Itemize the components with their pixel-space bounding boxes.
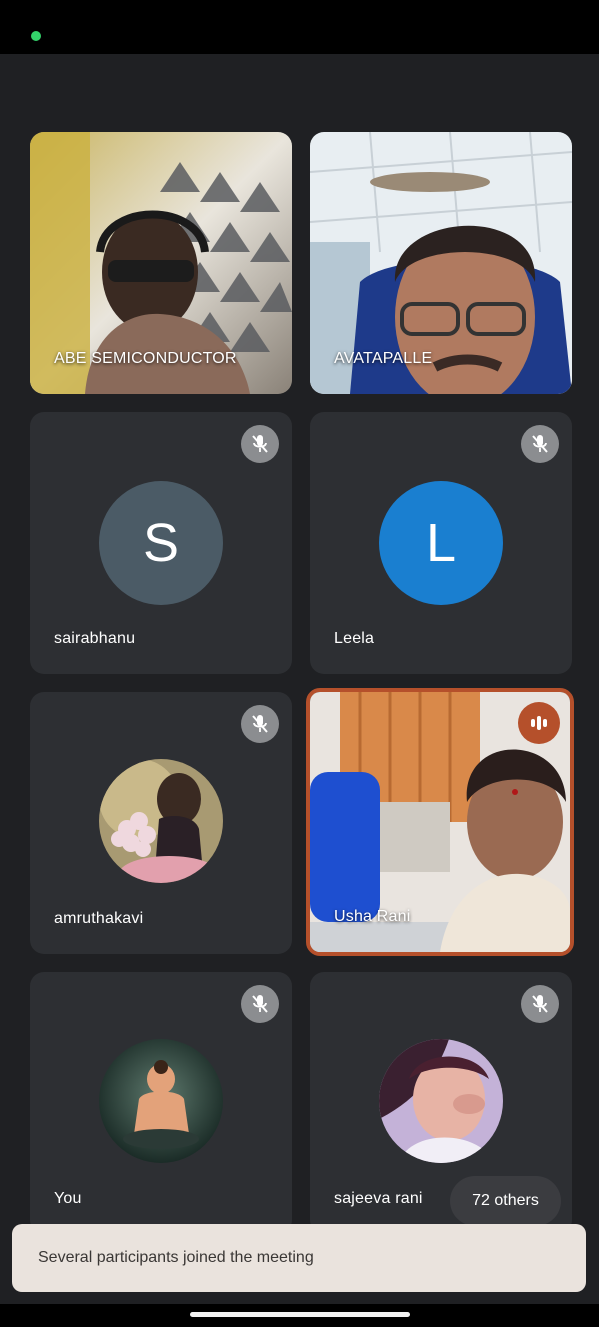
avatar: L — [379, 481, 503, 605]
participant-tile[interactable]: amruthakavi — [30, 692, 292, 954]
avatar — [99, 759, 223, 883]
participant-name: AVATAPALLE — [334, 350, 433, 367]
participant-name: sairabhanu — [54, 630, 136, 647]
status-bar — [0, 0, 599, 54]
avatar-initial: L — [425, 513, 457, 573]
avatar — [379, 1039, 503, 1163]
avatar: S — [99, 481, 223, 605]
avatar — [99, 1039, 223, 1163]
participant-name: Leela — [334, 630, 375, 647]
participant-tile[interactable]: You — [30, 972, 292, 1234]
participant-name: Usha Rani — [334, 908, 411, 925]
mic-off-icon — [241, 985, 279, 1023]
participant-name: amruthakavi — [54, 910, 144, 927]
camera-indicator-icon — [31, 31, 41, 41]
participant-name: You — [54, 1190, 82, 1207]
participant-tile[interactable]: L Leela — [310, 412, 572, 674]
navigation-bar — [0, 1304, 599, 1327]
participant-tile[interactable]: AVATAPALLE — [310, 132, 572, 394]
participants-joined-toast: Several participants joined the meeting — [12, 1224, 586, 1292]
participant-tile[interactable]: Usha Rani — [306, 688, 574, 956]
home-gesture-bar[interactable] — [190, 1312, 410, 1317]
mic-off-icon — [241, 705, 279, 743]
toast-message: Several participants joined the meeting — [38, 1249, 314, 1266]
others-count-chip[interactable]: 72 others — [450, 1176, 561, 1226]
participant-name: sajeeva rani — [334, 1190, 423, 1207]
audio-level-icon — [518, 702, 560, 744]
participant-name: ABE SEMICONDUCTOR — [54, 350, 237, 367]
participant-tile[interactable]: S sairabhanu — [30, 412, 292, 674]
mic-off-icon — [521, 985, 559, 1023]
mic-off-icon — [241, 425, 279, 463]
mic-off-icon — [521, 425, 559, 463]
participant-grid: ABE SEMICONDUCTOR AVATAPALLE S sairabhan… — [0, 54, 599, 1304]
participant-tile[interactable]: ABE SEMICONDUCTOR — [30, 132, 292, 394]
avatar-initial: S — [142, 513, 180, 573]
